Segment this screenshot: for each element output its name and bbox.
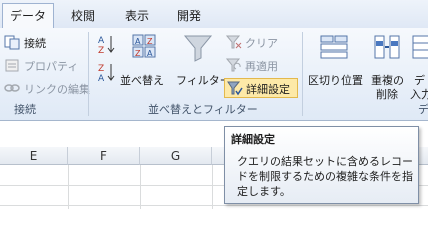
sort-descending-icon[interactable]: Z A <box>98 62 116 82</box>
group-divider <box>88 32 89 116</box>
svg-text:A: A <box>147 49 153 58</box>
properties-icon <box>5 59 19 72</box>
properties-label: プロパティ <box>24 60 79 73</box>
data-validation-button[interactable]: デ 入力 <box>410 32 428 102</box>
connections-group-label: 接続 <box>14 103 36 116</box>
connections-icon <box>4 35 20 50</box>
clear-filter-label: クリア <box>245 37 278 50</box>
column-header-g[interactable]: G <box>140 147 212 165</box>
reapply-label: 再適用 <box>245 60 278 73</box>
remove-duplicates-icon <box>374 35 400 59</box>
clear-filter-icon <box>226 35 242 49</box>
svg-text:A: A <box>98 36 105 46</box>
svg-text:Z: Z <box>98 64 104 74</box>
group-divider <box>302 32 303 116</box>
svg-text:A: A <box>98 74 105 82</box>
svg-text:A: A <box>135 37 141 46</box>
grid-column-line <box>68 165 69 209</box>
chain-link-icon <box>4 84 20 92</box>
tab-data[interactable]: データ <box>2 3 54 30</box>
data-tools-group-label: デ <box>418 103 428 116</box>
data-validation-icon <box>412 35 428 59</box>
tab-view[interactable]: 表示 <box>114 4 160 28</box>
sort-dialog-icon: A Z Z A <box>132 34 156 58</box>
sort-filter-group-label: 並べ替えとフィルター <box>148 103 258 116</box>
text-to-columns-label: 区切り位置 <box>308 74 363 87</box>
data-validation-label-line2: 入力 <box>410 88 428 101</box>
tooltip-description: クエリの結果セットに含めるレコードを制限するための複雑な条件を指定します。 <box>237 155 413 198</box>
column-header-f[interactable]: F <box>68 147 140 165</box>
ribbon: 接続 プロパティ リンクの編集 接続 A Z Z A A Z Z A 並べ替え … <box>0 28 428 121</box>
remove-duplicates-button[interactable]: 重複の 削除 <box>368 32 406 102</box>
sort-button[interactable]: A Z Z A 並べ替え <box>120 32 164 90</box>
grid-column-line <box>212 165 213 209</box>
filter-button[interactable]: フィルター <box>176 32 231 90</box>
tooltip-title: 詳細設定 <box>231 133 275 146</box>
tab-review[interactable]: 校閲 <box>60 4 106 28</box>
svg-text:Z: Z <box>98 46 104 54</box>
filter-funnel-icon <box>183 35 213 62</box>
advanced-filter-button[interactable]: 詳細設定 <box>224 78 298 98</box>
sort-ascending-icon[interactable]: A Z <box>98 34 116 54</box>
reapply-filter-icon <box>226 58 241 72</box>
text-to-columns-button[interactable]: 区切り位置 <box>306 32 364 90</box>
edit-links-label: リンクの編集 <box>24 83 90 96</box>
advanced-filter-icon <box>227 81 243 96</box>
grid-row-line <box>0 205 428 206</box>
svg-text:Z: Z <box>135 49 141 58</box>
svg-text:Z: Z <box>147 37 153 46</box>
grid-column-line <box>140 165 141 209</box>
sort-label: 並べ替え <box>120 74 164 87</box>
text-to-columns-icon <box>320 35 348 59</box>
tab-developer[interactable]: 開発 <box>166 4 212 28</box>
connections-label: 接続 <box>24 37 46 50</box>
filter-label: フィルター <box>176 74 231 87</box>
advanced-filter-tooltip: 詳細設定 クエリの結果セットに含めるレコードを制限するための複雑な条件を指定しま… <box>224 126 419 204</box>
ribbon-tab-bar: データ 校閲 表示 開発 <box>0 0 428 30</box>
remove-duplicates-label-line2: 削除 <box>376 88 398 101</box>
advanced-filter-label: 詳細設定 <box>246 83 290 96</box>
column-header-e[interactable]: E <box>0 147 68 165</box>
